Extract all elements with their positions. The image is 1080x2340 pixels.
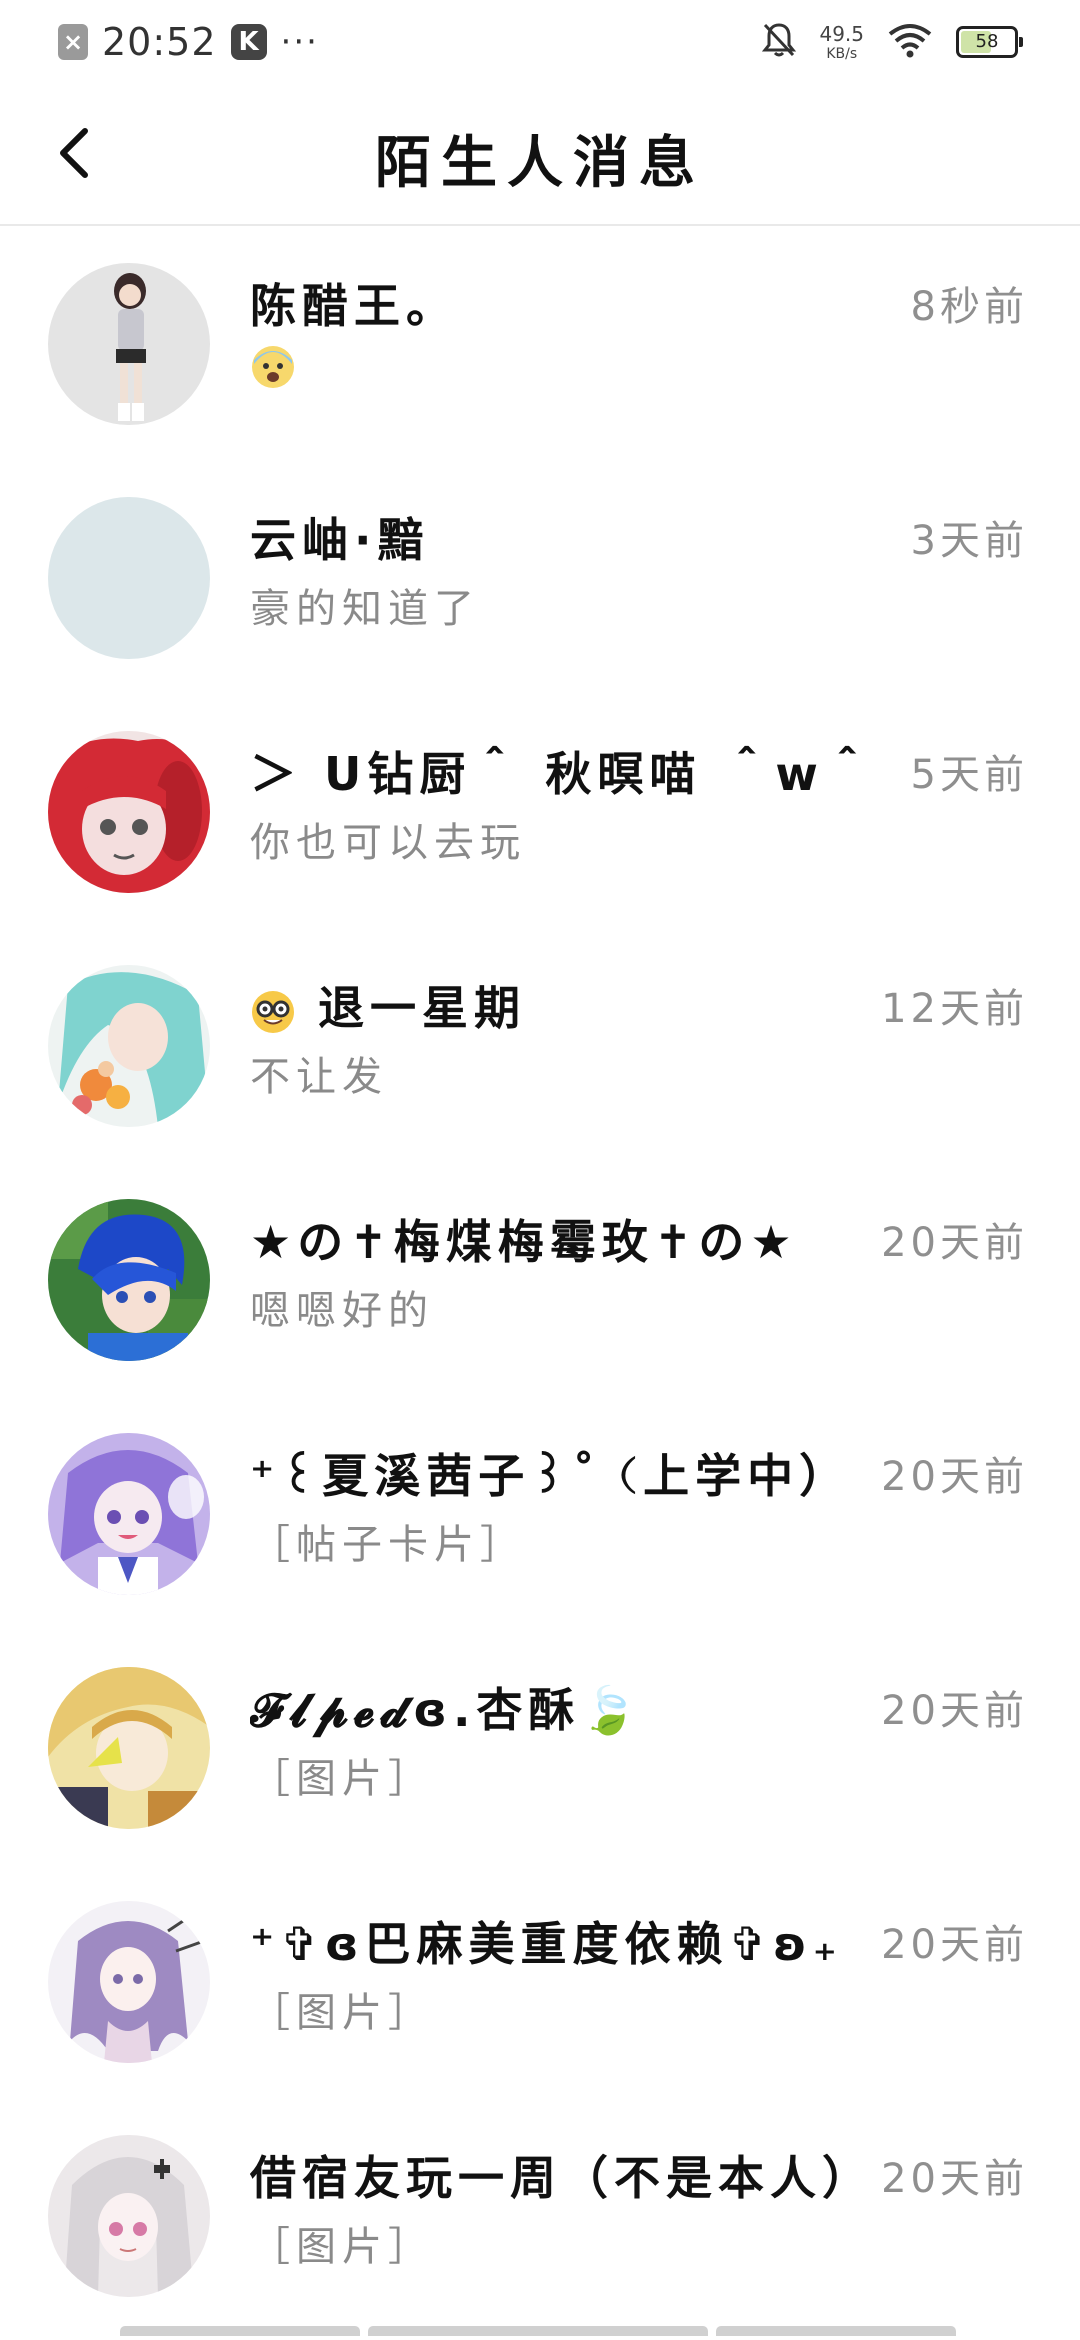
bottom-toolbar-edge — [120, 2326, 960, 2340]
conversation-list: 陈醋王。 8秒前 云岫·黯 豪的知道了 3天前 ＞ U钻厨＾ 秋暝喵 ＾w＾ ＜… — [0, 228, 1080, 2334]
message-time: 12天前 — [881, 986, 1028, 1032]
battery-indicator: 58 — [956, 26, 1023, 58]
avatar[interactable] — [48, 1199, 210, 1361]
contact-name: ⁺꒰夏溪茜子꒱˚（上学中） — [250, 1449, 852, 1503]
status-time: 20:52 — [102, 20, 217, 64]
status-bar: × 20:52 K ··· 49.5 KB/s 58 — [0, 0, 1080, 84]
notification-app-icon: × — [58, 24, 88, 60]
status-bar-right: 49.5 KB/s 58 — [761, 21, 1023, 63]
header: 陌生人消息 — [0, 84, 1080, 226]
avatar[interactable] — [48, 1667, 210, 1829]
last-message: ［帖子卡片］ — [250, 1522, 526, 1568]
contact-name: 退一星期 — [250, 972, 890, 1038]
avatar[interactable] — [48, 1901, 210, 2063]
message-time: 8秒前 — [910, 284, 1028, 330]
contact-name: ★の✝梅煤梅霉玫✝の★ — [250, 1215, 798, 1269]
network-speed-value: 49.5 — [819, 21, 864, 46]
message-time: 20天前 — [881, 1688, 1028, 1734]
conversation-row[interactable]: 陈醋王。 8秒前 — [0, 228, 1080, 462]
battery-level: 58 — [975, 31, 999, 52]
last-message: 不让发 — [250, 1054, 388, 1100]
message-time: 20天前 — [881, 1922, 1028, 1968]
avatar[interactable] — [48, 965, 210, 1127]
last-message — [250, 342, 890, 390]
wifi-icon — [886, 22, 934, 62]
message-time: 20天前 — [881, 1454, 1028, 1500]
page-title: 陌生人消息 — [375, 131, 705, 196]
conversation-row[interactable]: 𝓕𝓵𝓹𝓮𝓭ɞ.杏酥🍃 ［图片］ 20天前 — [0, 1632, 1080, 1866]
nerd-face-emoji — [250, 989, 296, 1035]
last-message: 你也可以去玩 — [250, 820, 526, 866]
contact-name: ＞ U钻厨＾ 秋暝喵 ＾w＾ ＜ — [250, 747, 890, 801]
last-message: ［图片］ — [250, 1990, 434, 2036]
last-message: 嗯嗯好的 — [250, 1288, 434, 1334]
network-speed: 49.5 KB/s — [819, 24, 864, 61]
conversation-row[interactable]: ⁺✞ɞ巴麻美重度依赖✞ʚ₊ ［图片］ 20天前 — [0, 1866, 1080, 2100]
conversation-row[interactable]: ⁺꒰夏溪茜子꒱˚（上学中） ［帖子卡片］ 20天前 — [0, 1398, 1080, 1632]
message-time: 20天前 — [881, 1220, 1028, 1266]
anxious-face-emoji — [250, 344, 296, 390]
conversation-row[interactable]: ＞ U钻厨＾ 秋暝喵 ＾w＾ ＜ 你也可以去玩 5天前 — [0, 696, 1080, 930]
bottom-toolbar-segment — [120, 2326, 360, 2336]
more-notifications-icon: ··· — [280, 22, 319, 62]
avatar[interactable] — [48, 2135, 210, 2297]
bottom-toolbar-segment — [368, 2326, 708, 2336]
last-message: 豪的知道了 — [250, 586, 480, 632]
message-time: 5天前 — [910, 752, 1028, 798]
message-time: 20天前 — [881, 2156, 1028, 2202]
conversation-row[interactable]: ★の✝梅煤梅霉玫✝の★ 嗯嗯好的 20天前 — [0, 1164, 1080, 1398]
avatar[interactable] — [48, 497, 210, 659]
network-speed-unit: KB/s — [826, 45, 858, 62]
contact-name: 云岫·黯 — [250, 513, 430, 567]
bell-muted-icon — [761, 21, 797, 63]
status-bar-left: × 20:52 K ··· — [58, 20, 319, 64]
k-app-icon: K — [230, 24, 267, 60]
avatar[interactable] — [48, 731, 210, 893]
contact-name: ⁺✞ɞ巴麻美重度依赖✞ʚ₊ — [250, 1917, 843, 1971]
avatar[interactable] — [48, 1433, 210, 1595]
contact-name: 陈醋王。 — [250, 279, 458, 333]
last-message: ［图片］ — [250, 2224, 434, 2270]
message-time: 3天前 — [910, 518, 1028, 564]
contact-name: 借宿友玩一周（不是本人） — [250, 2151, 874, 2205]
conversation-row[interactable]: 云岫·黯 豪的知道了 3天前 — [0, 462, 1080, 696]
contact-name-text: 退一星期 — [318, 981, 527, 1035]
contact-name: 𝓕𝓵𝓹𝓮𝓭ɞ.杏酥🍃 — [250, 1683, 644, 1737]
conversation-row[interactable]: 退一星期 不让发 12天前 — [0, 930, 1080, 1164]
last-message: ［图片］ — [250, 1756, 434, 1802]
conversation-row[interactable]: 借宿友玩一周（不是本人） ［图片］ 20天前 — [0, 2100, 1080, 2334]
avatar[interactable] — [48, 263, 210, 425]
bottom-toolbar-segment — [716, 2326, 956, 2336]
